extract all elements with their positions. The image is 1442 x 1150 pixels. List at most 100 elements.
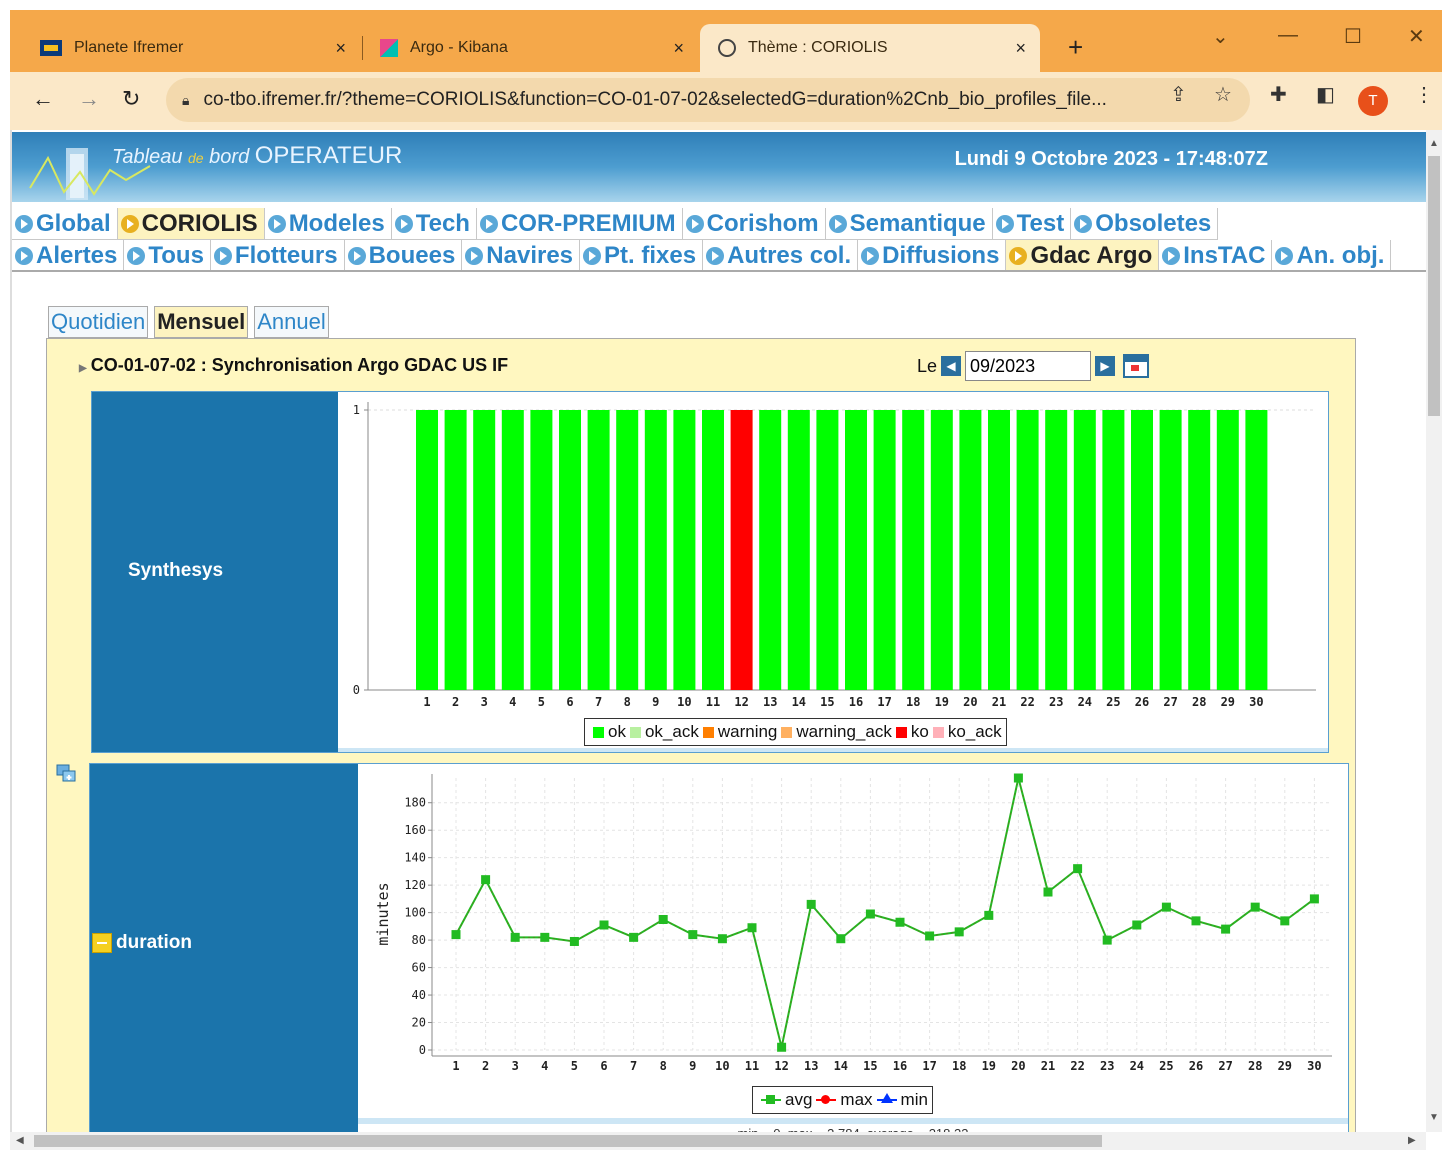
menu-item-bouees[interactable]: Bouees — [344, 240, 463, 272]
vertical-scrollbar[interactable]: ▲ ▼ — [1426, 130, 1442, 1132]
profile-avatar[interactable]: T — [1358, 86, 1388, 116]
back-arrow-icon[interactable]: ← — [32, 86, 54, 112]
menu-item-obsoletes[interactable]: Obsoletes — [1071, 208, 1219, 240]
forward-arrow-icon[interactable]: → — [78, 86, 100, 112]
subtab-mensuel[interactable]: Mensuel — [154, 306, 249, 338]
menu-item-label: Tech — [415, 209, 470, 237]
menu-item-an-obj[interactable]: An. obj. — [1272, 240, 1392, 272]
close-icon[interactable]: × — [673, 38, 684, 59]
scroll-down-arrow-icon[interactable]: ▼ — [1429, 1112, 1439, 1123]
tab-search-chevron-icon[interactable]: ⌄ — [1212, 24, 1229, 49]
scroll-up-arrow-icon[interactable]: ▲ — [1429, 138, 1439, 149]
duration-label-wrap[interactable]: duration — [92, 932, 192, 954]
legend-label: ok_ack — [644, 722, 699, 741]
menu-item-tech[interactable]: Tech — [391, 208, 477, 240]
menu-item-label: CORIOLIS — [141, 209, 258, 237]
date-control: Le ◀ ▶ — [917, 351, 1150, 381]
menu-item-alertes[interactable]: Alertes — [12, 240, 125, 272]
menu-item-tous[interactable]: Tous — [124, 240, 211, 272]
scroll-left-arrow-icon[interactable]: ◀ — [16, 1135, 24, 1146]
bar-ok-20 — [959, 410, 982, 690]
month-input[interactable] — [965, 351, 1092, 381]
share-icon[interactable]: ⇪ — [1170, 82, 1187, 107]
side-panel-icon[interactable]: ◧ — [1316, 82, 1335, 107]
browser-tab-kibana[interactable]: Argo - Kibana × — [368, 24, 698, 72]
bar-ok-14 — [787, 410, 810, 690]
menu-item-label: Autres col. — [727, 241, 852, 269]
point-avg-22 — [1073, 864, 1083, 874]
point-avg-21 — [1043, 887, 1053, 897]
x-tick-label: 18 — [906, 695, 920, 709]
menu-item-pt-fixes[interactable]: Pt. fixes — [580, 240, 704, 272]
point-avg-1 — [451, 930, 461, 940]
close-icon[interactable]: × — [335, 38, 346, 59]
bar-ok-27 — [1159, 410, 1182, 690]
url-text[interactable]: co-tbo.ifremer.fr/?theme=CORIOLIS&functi… — [203, 89, 1107, 111]
expand-windows-icon[interactable] — [55, 763, 79, 787]
synthesys-side: Synthesys — [92, 392, 338, 752]
point-avg-5 — [569, 936, 579, 946]
kibana-favicon-icon — [380, 39, 398, 57]
bookmark-star-icon[interactable]: ☆ — [1214, 82, 1232, 107]
previous-month-arrow-icon[interactable]: ◀ — [941, 356, 962, 376]
point-avg-16 — [895, 917, 905, 927]
maximize-icon[interactable]: ☐ — [1344, 24, 1362, 49]
menu-item-cor-premium[interactable]: COR-PREMIUM — [476, 208, 683, 240]
collapse-minus-icon[interactable] — [92, 932, 112, 953]
x-tick-label: 26 — [1135, 695, 1149, 709]
address-bar[interactable]: 🔒︎ co-tbo.ifremer.fr/?theme=CORIOLIS&fun… — [166, 78, 1250, 122]
bar-ko-12 — [730, 410, 753, 690]
x-tick-label: 8 — [624, 695, 631, 709]
vertical-scroll-thumb[interactable] — [1428, 156, 1440, 416]
menu-item-global[interactable]: Global — [12, 208, 118, 240]
arrow-bullet-icon — [685, 214, 704, 233]
y-tick-label: 1 — [353, 403, 360, 417]
arrow-bullet-icon — [583, 246, 602, 265]
y-tick-label: 0 — [419, 1043, 426, 1057]
point-avg-25 — [1161, 902, 1171, 912]
menu-item-gdac-argo[interactable]: Gdac Argo — [1006, 240, 1160, 272]
period-subtabs: Quotidien Mensuel Annuel — [48, 306, 335, 338]
menu-item-modeles[interactable]: Modeles — [264, 208, 392, 240]
menu-item-instac[interactable]: InsTAC — [1159, 240, 1273, 272]
browser-tab-coriolis[interactable]: Thème : CORIOLIS × — [700, 24, 1040, 72]
extensions-puzzle-icon[interactable]: ✚ — [1270, 82, 1287, 107]
page-viewport: Tableau de bord OPERATEUR Lundi 9 Octobr… — [10, 130, 1426, 1132]
bar-ok-13 — [759, 410, 782, 690]
tab-title: Planete Ifremer — [74, 39, 184, 56]
window-close-icon[interactable]: ✕ — [1408, 24, 1425, 49]
next-month-arrow-icon[interactable]: ▶ — [1095, 356, 1116, 376]
kebab-menu-icon[interactable]: ⋮ — [1414, 82, 1434, 107]
bar-ok-1 — [416, 410, 438, 690]
reload-icon[interactable]: ↻ — [122, 86, 140, 112]
horizontal-scroll-thumb[interactable] — [34, 1135, 1102, 1147]
point-avg-27 — [1221, 924, 1231, 934]
menu-item-flotteurs[interactable]: Flotteurs — [210, 240, 345, 272]
menu-item-label: Test — [1016, 209, 1065, 237]
menu-item-label: Navires — [486, 241, 574, 269]
minimize-icon[interactable]: — — [1278, 24, 1298, 47]
x-tick-label: 23 — [1049, 695, 1063, 709]
bar-ok-26 — [1131, 410, 1153, 690]
close-icon[interactable]: × — [1015, 38, 1026, 59]
horizontal-scrollbar[interactable]: ◀ ▶ — [10, 1132, 1426, 1150]
collapse-triangle-icon[interactable]: ▶ — [79, 363, 87, 374]
x-tick-label: 24 — [1130, 1059, 1144, 1073]
y-tick-label: 20 — [412, 1016, 426, 1030]
subtab-annuel[interactable]: Annuel — [254, 306, 329, 338]
menu-item-test[interactable]: Test — [992, 208, 1072, 240]
subtab-quotidien[interactable]: Quotidien — [48, 306, 149, 338]
bar-ok-23 — [1045, 410, 1068, 690]
menu-item-autres-col[interactable]: Autres col. — [703, 240, 859, 272]
scroll-right-arrow-icon[interactable]: ▶ — [1408, 1135, 1416, 1146]
menu-item-coriolis[interactable]: CORIOLIS — [117, 208, 265, 240]
calendar-icon[interactable] — [1123, 354, 1150, 378]
dashboard-banner: Tableau de bord OPERATEUR Lundi 9 Octobr… — [12, 132, 1426, 202]
menu-item-navires[interactable]: Navires — [462, 240, 581, 272]
menu-item-semantique[interactable]: Semantique — [825, 208, 993, 240]
menu-item-label: Modeles — [288, 209, 385, 237]
menu-item-diffusions[interactable]: Diffusions — [858, 240, 1007, 272]
browser-tab-planete[interactable]: Planete Ifremer × — [30, 24, 360, 72]
menu-item-corishom[interactable]: Corishom — [682, 208, 826, 240]
new-tab-button[interactable]: + — [1068, 32, 1083, 63]
